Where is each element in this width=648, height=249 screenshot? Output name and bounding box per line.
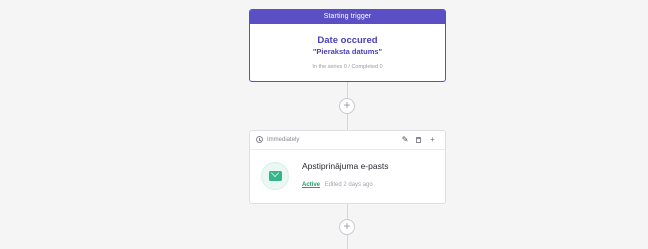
connector-line xyxy=(347,235,348,249)
step-body: Apstiprinājuma e-pasts Active Edited 2 d… xyxy=(250,150,445,205)
trigger-header: Starting trigger xyxy=(250,10,445,24)
edited-time: Edited 2 days ago xyxy=(324,182,373,188)
starting-trigger-card[interactable]: Starting trigger Date occured "Pieraksta… xyxy=(249,9,446,82)
trigger-body: Date occured "Pieraksta datums" In the s… xyxy=(250,24,445,71)
add-step-button-2[interactable]: + xyxy=(339,219,355,235)
mail-icon xyxy=(269,171,282,181)
trigger-stats: In the series 0 / Completed 0 xyxy=(312,64,383,70)
connector-line xyxy=(347,204,348,219)
mail-avatar xyxy=(261,162,289,190)
step-actions: ✎ + xyxy=(398,131,437,149)
plus-icon[interactable]: + xyxy=(428,131,437,149)
connector-line xyxy=(347,82,348,98)
status-link[interactable]: Active xyxy=(302,182,320,188)
clock-icon xyxy=(256,136,263,143)
trigger-subtitle: "Pieraksta datums" xyxy=(312,47,383,56)
email-step-card[interactable]: Immediately ✎ + Apstiprinājuma e-pasts A… xyxy=(249,130,446,204)
add-step-button[interactable]: + xyxy=(339,98,355,114)
step-header: Immediately ✎ + xyxy=(250,131,445,150)
connector-line xyxy=(347,114,348,130)
trigger-title: Date occured xyxy=(317,35,378,46)
step-meta: Active Edited 2 days ago xyxy=(302,181,373,189)
pencil-icon[interactable]: ✎ xyxy=(401,131,410,149)
trash-icon[interactable] xyxy=(414,131,423,149)
step-timing: Immediately xyxy=(267,137,300,143)
step-title: Apstiprinājuma e-pasts xyxy=(302,161,389,171)
